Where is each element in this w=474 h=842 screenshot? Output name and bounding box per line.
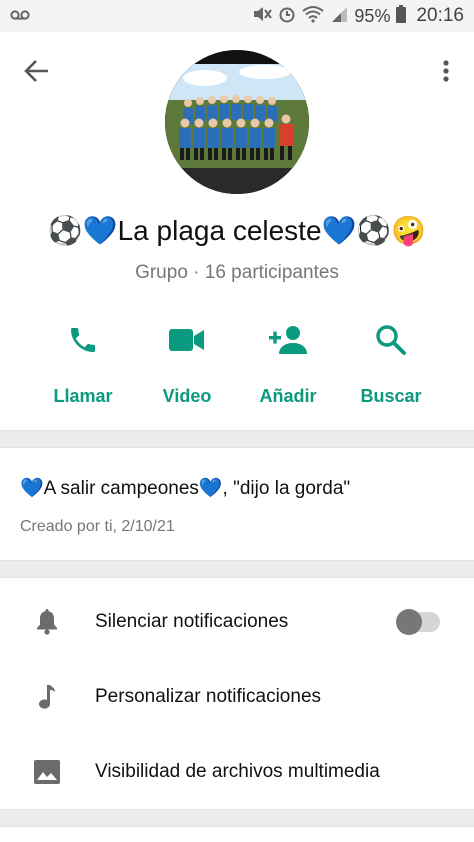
settings-list: Silenciar notificaciones Personalizar no… <box>0 578 474 809</box>
search-icon <box>376 325 406 355</box>
arrow-back-icon <box>24 60 48 82</box>
mute-icon <box>252 5 273 28</box>
media-visibility-row[interactable]: Visibilidad de archivos multimedia <box>0 734 474 809</box>
call-label: Llamar <box>53 386 113 406</box>
mute-notifications-label: Silenciar notificaciones <box>95 610 289 632</box>
media-visibility-label: Visibilidad de archivos multimedia <box>95 760 380 782</box>
group-avatar[interactable] <box>165 50 309 194</box>
mute-notifications-row[interactable]: Silenciar notificaciones <box>0 584 474 659</box>
call-button[interactable]: Llamar <box>48 318 118 407</box>
back-button[interactable] <box>20 54 54 88</box>
section-divider <box>0 809 474 827</box>
mute-notifications-toggle[interactable] <box>396 609 440 635</box>
add-label: Añadir <box>259 386 317 406</box>
section-divider <box>0 560 474 578</box>
phone-icon <box>71 328 95 352</box>
more-vert-icon <box>443 60 449 82</box>
custom-notifications-label: Personalizar notificaciones <box>95 685 322 707</box>
voicemail-icon <box>10 6 30 26</box>
search-button[interactable]: Buscar <box>356 318 426 407</box>
video-label: Video <box>162 386 212 406</box>
section-divider <box>0 430 474 448</box>
add-person-icon <box>269 326 307 354</box>
clock: 20:16 <box>416 5 464 26</box>
image-icon <box>33 759 60 784</box>
status-bar: 95% 20:16 <box>0 0 474 32</box>
description-text: 💙A salir campeones💙, "dijo la gorda" <box>20 478 351 499</box>
search-label: Buscar <box>360 386 422 406</box>
group-participants-count: Grupo · 16 participantes <box>135 262 339 283</box>
wifi-icon <box>302 5 325 28</box>
more-options-button[interactable] <box>436 54 456 88</box>
created-by-text: Creado por ti, 2/10/21 <box>20 518 175 535</box>
video-icon <box>169 329 204 351</box>
battery-icon <box>396 4 407 28</box>
add-participant-button[interactable]: Añadir <box>253 318 323 407</box>
music-note-icon <box>38 684 55 709</box>
group-description[interactable]: 💙A salir campeones💙, "dijo la gorda" Cre… <box>0 448 474 560</box>
group-name[interactable]: ⚽💙La plaga celeste💙⚽🤪 <box>0 214 474 247</box>
toggle-knob <box>396 609 422 635</box>
group-profile-header: ⚽💙La plaga celeste💙⚽🤪 Grupo · 16 partici… <box>0 32 474 430</box>
video-call-button[interactable]: Video <box>152 318 222 407</box>
signal-icon <box>330 5 348 28</box>
battery-percentage: 95% <box>354 5 391 26</box>
bell-icon <box>36 608 57 635</box>
group-photo <box>165 50 309 194</box>
alarm-icon <box>278 5 296 28</box>
custom-notifications-row[interactable]: Personalizar notificaciones <box>0 659 474 734</box>
